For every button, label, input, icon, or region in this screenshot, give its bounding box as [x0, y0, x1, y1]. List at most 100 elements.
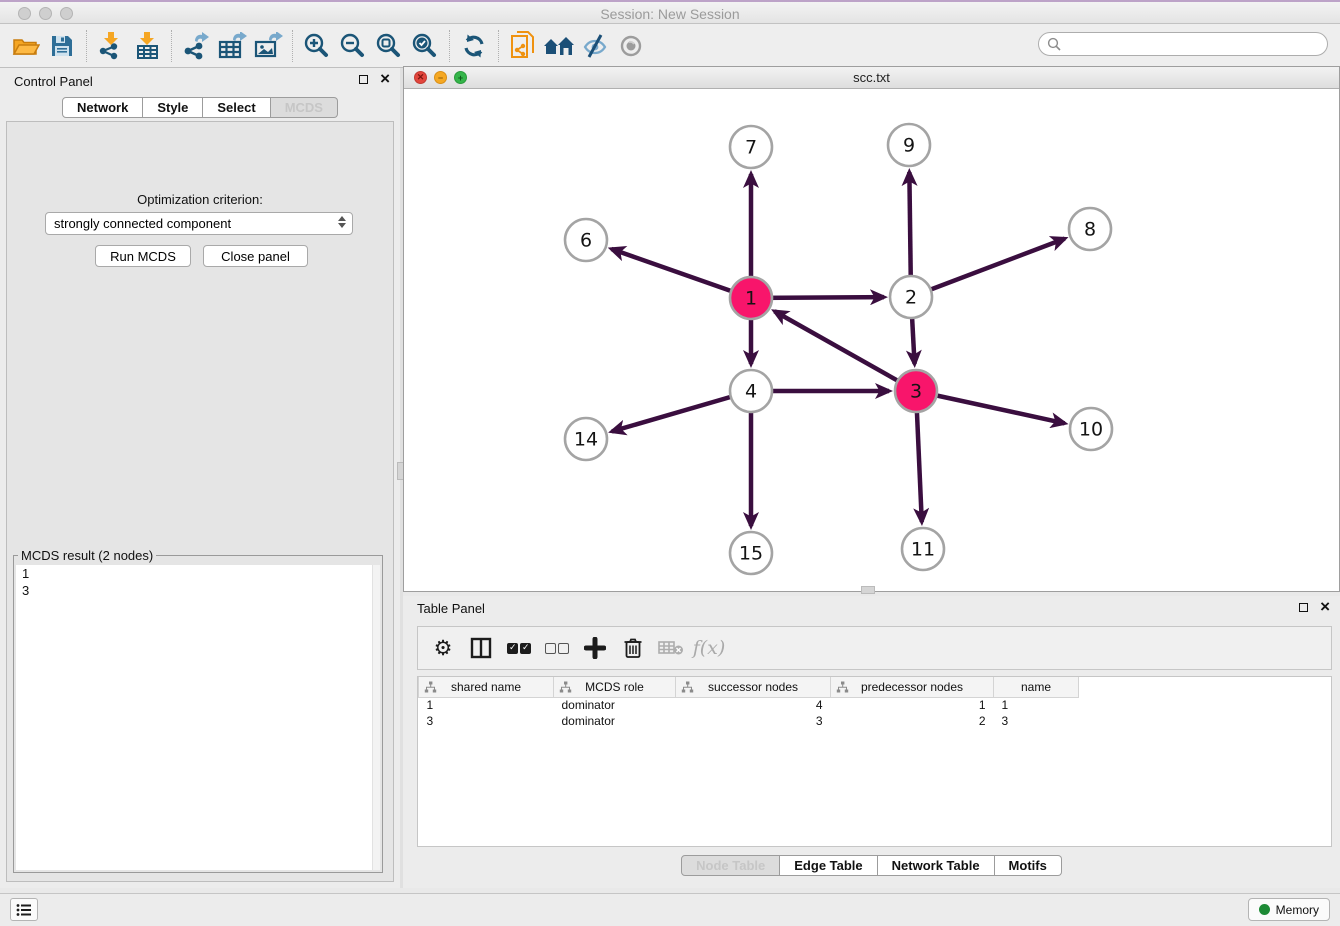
- graph-node-2[interactable]: 2: [890, 276, 932, 318]
- network-canvas[interactable]: 7 9 6 8 1 2 4 3 14 10 15 11: [404, 89, 1339, 591]
- column-header-shared-name[interactable]: shared name: [419, 677, 554, 697]
- table-row[interactable]: 3dominator323: [419, 713, 1079, 729]
- node-table: shared nameMCDS rolesuccessor nodesprede…: [418, 677, 1079, 729]
- graph-node-9[interactable]: 9: [888, 124, 930, 166]
- graph-node-15[interactable]: 15: [730, 532, 772, 574]
- graph-edge-2-8[interactable]: [911, 239, 1065, 297]
- export-network-button[interactable]: [178, 28, 214, 64]
- memory-label: Memory: [1276, 903, 1319, 917]
- unselect-all-columns-button[interactable]: [540, 631, 574, 665]
- column-header-MCDS-role[interactable]: MCDS role: [554, 677, 676, 697]
- split-columns-icon: [470, 637, 492, 659]
- select-all-columns-button[interactable]: [502, 631, 536, 665]
- table-cell[interactable]: dominator: [554, 697, 676, 713]
- import-table-button[interactable]: [129, 28, 165, 64]
- svg-text:6: 6: [580, 230, 592, 252]
- function-builder-button-disabled[interactable]: f(x): [692, 631, 726, 665]
- tab-node-table[interactable]: Node Table: [681, 855, 780, 876]
- memory-status-icon: [1259, 904, 1270, 915]
- tab-mcds[interactable]: MCDS: [271, 97, 338, 118]
- graph-node-6[interactable]: 6: [565, 219, 607, 261]
- split-panel-button[interactable]: [464, 631, 498, 665]
- save-session-button[interactable]: [44, 28, 80, 64]
- gear-icon: ⚙: [434, 636, 453, 661]
- window-title: Session: New Session: [0, 6, 1340, 22]
- networks-overview-button[interactable]: [541, 28, 577, 64]
- svg-text:10: 10: [1079, 419, 1103, 441]
- export-network-icon: [182, 32, 210, 60]
- add-column-button[interactable]: [578, 631, 612, 665]
- status-bar: Memory: [0, 893, 1340, 926]
- column-header-successor-nodes[interactable]: successor nodes: [676, 677, 831, 697]
- export-image-button[interactable]: [250, 28, 286, 64]
- graph-node-14[interactable]: 14: [565, 418, 607, 460]
- toolbar-separator: [171, 30, 172, 62]
- optimization-criterion-dropdown[interactable]: strongly connected component: [45, 212, 353, 235]
- table-panel-close-icon[interactable]: ×: [1320, 602, 1330, 612]
- search-input[interactable]: [1061, 37, 1319, 52]
- graph-node-10[interactable]: 10: [1070, 408, 1112, 450]
- run-mcds-button[interactable]: Run MCDS: [95, 245, 191, 267]
- delete-columns-button[interactable]: [616, 631, 650, 665]
- mcds-result-item: 1: [16, 565, 380, 582]
- clone-network-button[interactable]: [505, 28, 541, 64]
- table-cell[interactable]: 3: [676, 713, 831, 729]
- graph-node-1[interactable]: 1: [730, 277, 772, 319]
- node-table-body: 1dominator4113dominator323: [419, 697, 1079, 729]
- table-cell[interactable]: 1: [994, 697, 1079, 713]
- table-cell[interactable]: 1: [831, 697, 994, 713]
- svg-text:14: 14: [574, 429, 598, 451]
- table-row[interactable]: 1dominator411: [419, 697, 1079, 713]
- zoom-in-button[interactable]: [299, 28, 335, 64]
- table-toolbar: ⚙: [417, 626, 1332, 670]
- table-cell[interactable]: 2: [831, 713, 994, 729]
- network-view-window: ✕ − + scc.txt 7 9 6 8 1 2 4 3 14 10 15 11: [403, 66, 1340, 592]
- graph-edge-3-10[interactable]: [916, 391, 1065, 423]
- delete-table-button-disabled[interactable]: [654, 631, 688, 665]
- table-cell[interactable]: 4: [676, 697, 831, 713]
- close-panel-button[interactable]: Close panel: [203, 245, 308, 267]
- control-panel-close-icon[interactable]: ×: [380, 74, 390, 84]
- window-titlebar: Session: New Session: [0, 0, 1340, 24]
- zoom-fit-button[interactable]: [371, 28, 407, 64]
- table-cell[interactable]: dominator: [554, 713, 676, 729]
- refresh-view-button[interactable]: [456, 28, 492, 64]
- tab-network-table[interactable]: Network Table: [878, 855, 995, 876]
- checked-boxes-icon: [507, 643, 531, 654]
- hide-selected-button[interactable]: [577, 28, 613, 64]
- zoom-out-button[interactable]: [335, 28, 371, 64]
- divider-handle-horizontal[interactable]: [861, 586, 875, 594]
- tab-select[interactable]: Select: [203, 97, 270, 118]
- tab-motifs[interactable]: Motifs: [995, 855, 1062, 876]
- graph-edge-3-1[interactable]: [775, 311, 916, 391]
- task-history-button[interactable]: [10, 898, 38, 921]
- graph-node-11[interactable]: 11: [902, 528, 944, 570]
- table-settings-button[interactable]: ⚙: [426, 631, 460, 665]
- graph-node-7[interactable]: 7: [730, 126, 772, 168]
- column-header-name[interactable]: name: [994, 677, 1079, 697]
- mcds-result-title: MCDS result (2 nodes): [18, 548, 156, 563]
- tab-style[interactable]: Style: [143, 97, 203, 118]
- column-header-predecessor-nodes[interactable]: predecessor nodes: [831, 677, 994, 697]
- table-panel-float-icon[interactable]: [1299, 603, 1308, 612]
- network-window-titlebar[interactable]: ✕ − + scc.txt: [404, 67, 1339, 89]
- graph-node-4[interactable]: 4: [730, 370, 772, 412]
- graph-node-3[interactable]: 3: [895, 370, 937, 412]
- tab-network[interactable]: Network: [62, 97, 143, 118]
- control-panel-float-icon[interactable]: [359, 75, 368, 84]
- show-hidden-button-disabled[interactable]: [613, 28, 649, 64]
- export-table-button[interactable]: [214, 28, 250, 64]
- graph-node-8[interactable]: 8: [1069, 208, 1111, 250]
- tab-edge-table[interactable]: Edge Table: [780, 855, 877, 876]
- trash-icon: [623, 637, 643, 659]
- table-cell[interactable]: 3: [419, 713, 554, 729]
- zoom-in-icon: [303, 32, 331, 60]
- table-cell[interactable]: 1: [419, 697, 554, 713]
- result-scrollbar[interactable]: [372, 565, 380, 870]
- memory-button[interactable]: Memory: [1248, 898, 1330, 921]
- open-session-button[interactable]: [8, 28, 44, 64]
- import-network-button[interactable]: [93, 28, 129, 64]
- table-cell[interactable]: 3: [994, 713, 1079, 729]
- svg-text:4: 4: [745, 381, 757, 403]
- zoom-selected-button[interactable]: [407, 28, 443, 64]
